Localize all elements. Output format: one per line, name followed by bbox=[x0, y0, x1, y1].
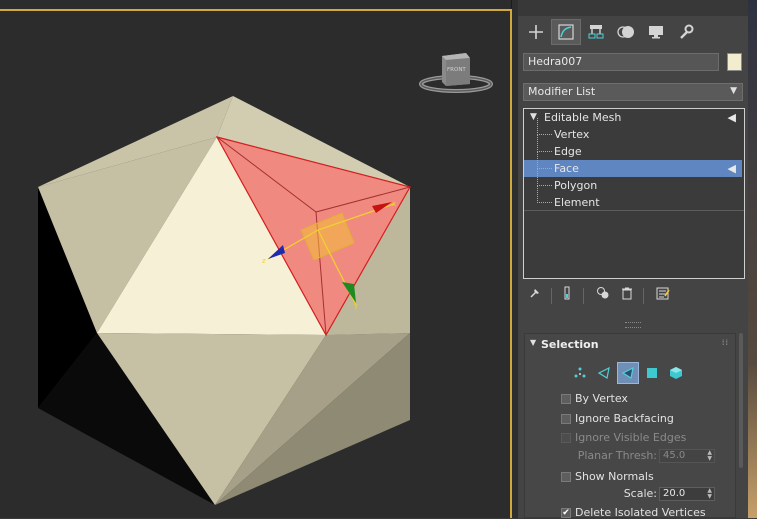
stack-item-edge[interactable]: Edge bbox=[524, 135, 742, 160]
scale-spinner[interactable]: 20.0 ▲ ▼ bbox=[659, 487, 715, 501]
stack-item-element[interactable]: Element bbox=[524, 186, 742, 211]
stack-item-label: Edge bbox=[554, 145, 582, 158]
plus-icon bbox=[529, 25, 543, 39]
display-monitor-icon bbox=[649, 26, 663, 39]
svg-text:z: z bbox=[262, 257, 266, 265]
face-subobject-icon: ◀ bbox=[727, 162, 736, 175]
command-panel-tabs bbox=[518, 19, 748, 47]
selection-rollout: ▼ Selection ⁞⁞ By Vertex Ignore Backfaci… bbox=[524, 333, 736, 519]
modifier-list-label: Modifier List bbox=[528, 85, 596, 98]
vertex-level-button[interactable] bbox=[569, 362, 591, 384]
stack-item-vertex[interactable]: Vertex bbox=[524, 118, 742, 143]
configure-modifier-sets-icon[interactable] bbox=[653, 286, 673, 306]
remove-modifier-icon[interactable] bbox=[617, 286, 637, 306]
stack-divider bbox=[524, 210, 744, 211]
delete-isolated-vertices-checkbox[interactable]: ✔ bbox=[561, 508, 571, 518]
subobject-level-buttons bbox=[569, 362, 689, 384]
element-icon bbox=[670, 367, 682, 379]
panel-topbar bbox=[518, 0, 748, 16]
ignore-visible-edges-checkbox[interactable] bbox=[561, 433, 571, 443]
modifier-stack[interactable]: ▼ Editable Mesh ◀ Vertex Edge Face ◀ Pol… bbox=[523, 108, 745, 279]
show-normals-label: Show Normals bbox=[575, 470, 654, 483]
desktop-edge bbox=[748, 0, 757, 518]
stack-item-editable-mesh[interactable]: ▼ Editable Mesh ◀ bbox=[524, 109, 742, 126]
toolbar-separator bbox=[643, 288, 644, 304]
edge-icon bbox=[597, 366, 610, 379]
svg-text:y: y bbox=[354, 302, 358, 310]
command-panel: Hedra007 Modifier List ▼ ▼ Editable Mesh… bbox=[518, 0, 748, 519]
face-icon bbox=[621, 366, 634, 379]
show-end-result-icon[interactable] bbox=[557, 286, 577, 306]
drag-handle-icon[interactable]: ⁞⁞ bbox=[722, 338, 729, 347]
rollout-title: Selection bbox=[541, 338, 599, 351]
stack-item-label: Polygon bbox=[554, 179, 598, 192]
tree-line bbox=[537, 169, 552, 186]
object-color-swatch[interactable] bbox=[727, 53, 742, 71]
scale-value: 20.0 bbox=[663, 488, 686, 499]
ignore-backfacing-label: Ignore Backfacing bbox=[575, 412, 674, 425]
edge-level-button[interactable] bbox=[593, 362, 615, 384]
ignore-backfacing-checkbox[interactable] bbox=[561, 414, 571, 424]
tree-line bbox=[537, 152, 552, 169]
by-vertex-label: By Vertex bbox=[575, 392, 628, 405]
show-normals-checkbox[interactable] bbox=[561, 472, 571, 482]
hierarchy-icon bbox=[588, 25, 604, 39]
make-unique-icon[interactable] bbox=[593, 286, 613, 306]
delete-isolated-vertices-label: Delete Isolated Vertices bbox=[575, 506, 706, 519]
stack-item-label: Vertex bbox=[554, 128, 590, 141]
element-level-button[interactable] bbox=[665, 362, 687, 384]
svg-text:x: x bbox=[392, 200, 396, 208]
tab-modify[interactable] bbox=[551, 19, 581, 45]
tab-create[interactable] bbox=[521, 19, 551, 45]
stack-item-face[interactable]: Face ◀ bbox=[524, 152, 742, 177]
spinner-arrows-icon: ▲ ▼ bbox=[707, 449, 712, 462]
panel-scrollbar[interactable] bbox=[739, 333, 743, 468]
tree-line bbox=[537, 186, 552, 203]
panel-resize-grip[interactable] bbox=[625, 322, 641, 328]
planar-thresh-label: Planar Thresh: bbox=[577, 449, 657, 462]
planar-thresh-spinner[interactable]: 45.0 ▲ ▼ bbox=[659, 449, 715, 463]
viewcube[interactable]: FRONT bbox=[416, 44, 496, 100]
stack-toolbar bbox=[523, 286, 745, 308]
pin-stack-icon[interactable] bbox=[525, 286, 545, 306]
stack-item-polygon[interactable]: Polygon bbox=[524, 169, 742, 194]
subobject-triangle-icon: ◀ bbox=[727, 111, 736, 124]
stack-item-label: Face bbox=[554, 162, 579, 175]
tab-motion[interactable] bbox=[611, 19, 641, 45]
tab-utilities[interactable] bbox=[671, 19, 701, 45]
tree-line bbox=[537, 135, 552, 152]
vertex-icon bbox=[574, 367, 586, 378]
scale-label: Scale: bbox=[623, 487, 657, 500]
tab-display[interactable] bbox=[641, 19, 671, 45]
collapse-triangle-icon: ▼ bbox=[530, 338, 537, 347]
ignore-visible-edges-label: Ignore Visible Edges bbox=[575, 431, 687, 444]
modifier-list-dropdown[interactable]: Modifier List ▼ bbox=[523, 83, 743, 101]
tab-hierarchy[interactable] bbox=[581, 19, 611, 45]
chevron-down-icon: ▼ bbox=[730, 86, 737, 96]
wrench-icon bbox=[680, 24, 694, 39]
modify-curve-icon bbox=[558, 24, 574, 40]
face-level-button[interactable] bbox=[617, 362, 639, 384]
spinner-arrows-icon: ▲ ▼ bbox=[707, 487, 712, 500]
by-vertex-checkbox[interactable] bbox=[561, 394, 571, 404]
collapse-triangle-icon: ▼ bbox=[530, 112, 537, 122]
tree-line bbox=[537, 118, 552, 135]
toolbar-separator bbox=[583, 288, 584, 304]
polygon-level-button[interactable] bbox=[641, 362, 663, 384]
viewport[interactable]: x z y FRONT bbox=[0, 0, 512, 518]
object-name-field[interactable]: Hedra007 bbox=[523, 53, 719, 71]
selection-rollout-header[interactable]: ▼ Selection ⁞⁞ bbox=[525, 334, 735, 354]
stack-item-label: Editable Mesh bbox=[544, 111, 622, 124]
motion-icon bbox=[617, 26, 634, 38]
toolbar-separator bbox=[551, 288, 552, 304]
viewcube-label: FRONT bbox=[447, 67, 466, 73]
polygon-icon bbox=[647, 368, 657, 378]
planar-thresh-value: 45.0 bbox=[663, 450, 686, 461]
stack-item-label: Element bbox=[554, 196, 600, 209]
